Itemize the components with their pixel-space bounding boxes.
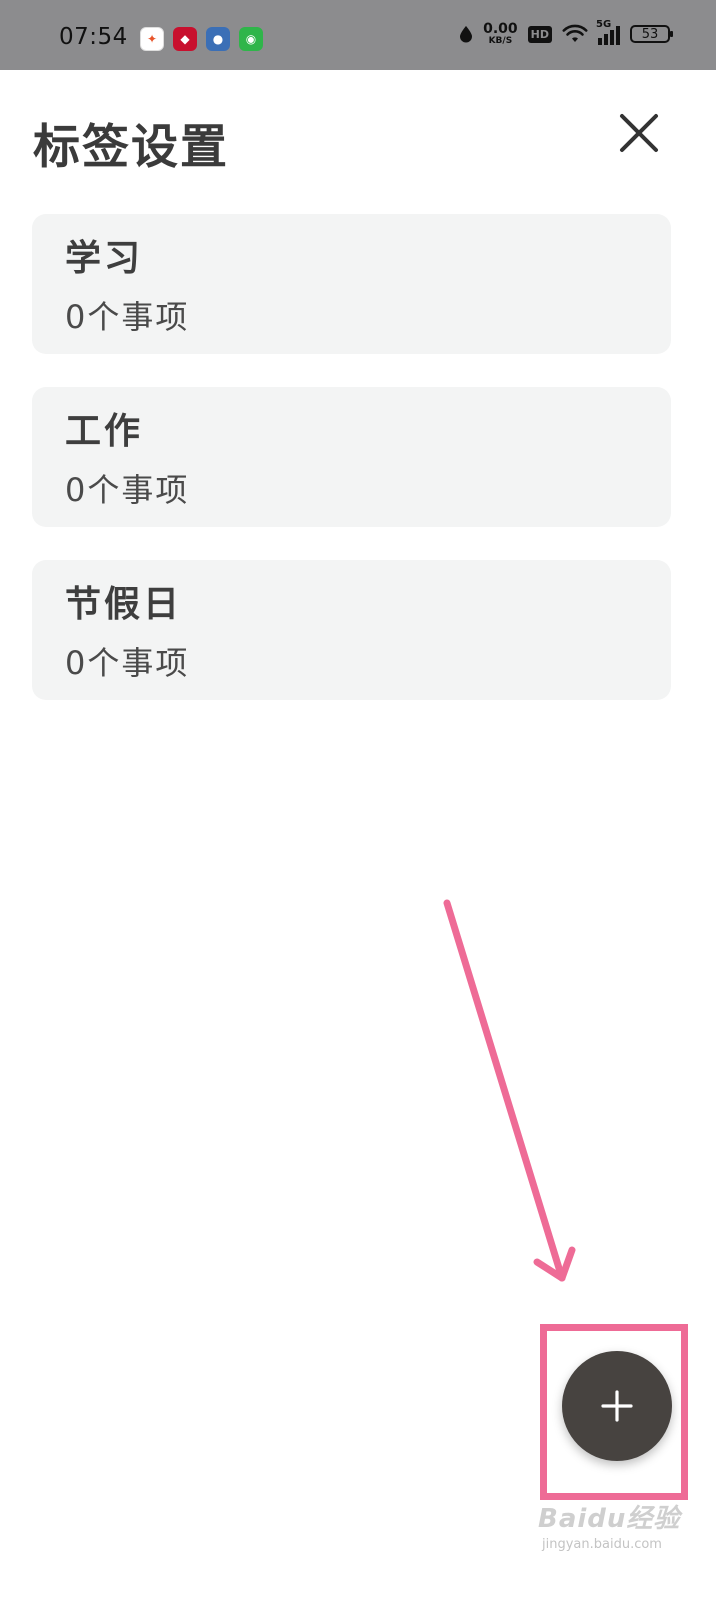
data-saver-icon bbox=[460, 26, 473, 43]
network-speed: 0.00 KB/S bbox=[483, 22, 518, 46]
page-title: 标签设置 bbox=[33, 120, 229, 175]
tag-item-count: 0个事项 bbox=[65, 298, 190, 336]
status-indicators: 0.00 KB/S HD 5G 53 bbox=[459, 19, 673, 46]
tag-name: 工作 bbox=[65, 411, 144, 452]
battery-icon: 53 bbox=[630, 25, 673, 43]
plus-icon bbox=[601, 1390, 633, 1422]
signal-label: 5G bbox=[596, 19, 612, 30]
app-notification-icon: ✦ bbox=[140, 27, 164, 51]
add-tag-button[interactable] bbox=[562, 1351, 672, 1461]
network-speed-value: 0.00 bbox=[483, 21, 518, 37]
tag-item-count: 0个事项 bbox=[65, 471, 190, 509]
tag-list: 学习 0个事项 工作 0个事项 节假日 0个事项 bbox=[32, 214, 671, 733]
app-notification-icon: ◉ bbox=[239, 27, 263, 51]
close-button[interactable] bbox=[616, 110, 662, 156]
tag-card-study[interactable]: 学习 0个事项 bbox=[32, 214, 671, 354]
signal-bar bbox=[616, 26, 620, 45]
watermark-url: jingyan.baidu.com bbox=[542, 1537, 662, 1552]
signal-bar bbox=[604, 34, 608, 45]
wifi-icon bbox=[562, 24, 588, 42]
signal-bar bbox=[598, 38, 602, 45]
close-icon bbox=[620, 114, 658, 152]
tag-card-work[interactable]: 工作 0个事项 bbox=[32, 387, 671, 527]
notification-icons: ✦ ◆ ● ◉ bbox=[140, 27, 263, 51]
status-bar: 07:54 ✦ ◆ ● ◉ 0.00 KB/S HD 5G 53 bbox=[0, 0, 716, 70]
app-notification-icon: ◆ bbox=[173, 27, 197, 51]
cellular-signal: 5G bbox=[596, 19, 620, 45]
watermark-logo: Baidu经验 bbox=[538, 1504, 681, 1534]
tag-name: 节假日 bbox=[65, 584, 183, 625]
tag-card-holiday[interactable]: 节假日 0个事项 bbox=[32, 560, 671, 700]
tag-name: 学习 bbox=[65, 238, 144, 279]
app-notification-icon: ● bbox=[206, 27, 230, 51]
hd-badge: HD bbox=[527, 25, 552, 43]
watermark: Baidu经验 jingyan.baidu.com bbox=[538, 1498, 680, 1552]
signal-bar bbox=[610, 30, 614, 45]
status-time: 07:54 bbox=[59, 24, 128, 50]
network-speed-unit: KB/S bbox=[488, 36, 513, 46]
tag-item-count: 0个事项 bbox=[65, 644, 190, 682]
